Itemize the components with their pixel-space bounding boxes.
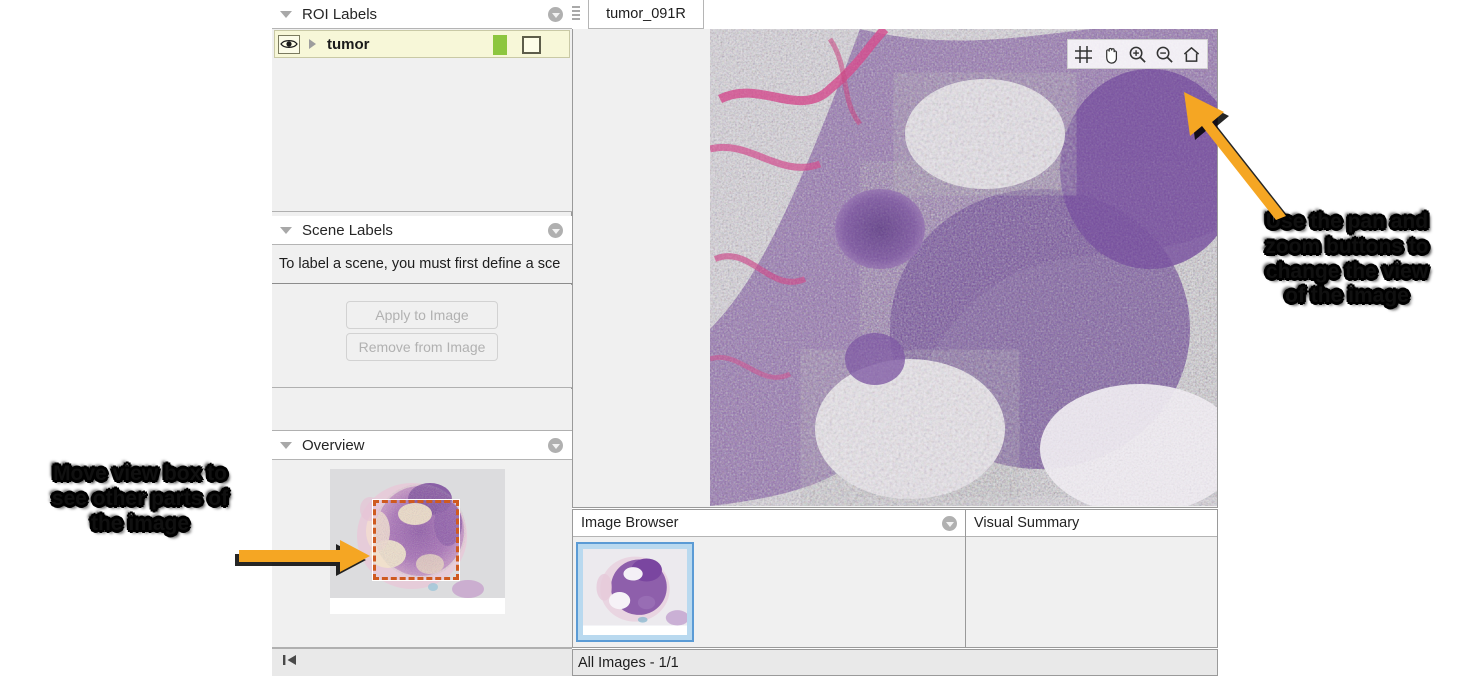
overview-header[interactable]: Overview: [272, 431, 572, 460]
roi-color-swatch[interactable]: [493, 35, 507, 55]
image-viewer[interactable]: [572, 29, 1218, 508]
roi-labels-list: tumor: [272, 29, 572, 212]
callout-line-4: of the image: [1285, 284, 1409, 308]
roi-label-row-tumor[interactable]: tumor: [274, 30, 570, 58]
roi-label-name: tumor: [327, 35, 370, 53]
pan-hand-icon[interactable]: [1100, 44, 1121, 65]
callout-arrow-overview: [235, 540, 370, 576]
tab-tumor-091R[interactable]: tumor_091R: [588, 0, 704, 29]
callout-line-2: see other parts of: [51, 486, 229, 510]
home-icon[interactable]: [1181, 44, 1202, 65]
scene-labels-actions: Apply to Image Remove from Image: [272, 285, 572, 388]
image-browser-title: Image Browser: [581, 515, 679, 531]
callout-arrow-toolbar: [1184, 92, 1291, 220]
grid-crosshair-icon[interactable]: [1073, 44, 1094, 65]
overview-menu-icon[interactable]: [548, 438, 563, 453]
image-browser-menu-icon[interactable]: [942, 516, 957, 531]
callout-line-1: Move view box to: [53, 462, 227, 485]
tab-strip-grip[interactable]: [572, 6, 580, 20]
status-bar: All Images - 1/1: [572, 649, 1218, 676]
roi-labels-header[interactable]: ROI Labels: [272, 0, 572, 29]
tab-strip: tumor_091R: [572, 0, 1472, 29]
roi-labels-title: ROI Labels: [302, 5, 378, 23]
callout-line-3: change the view: [1265, 259, 1429, 283]
left-panel-footer: [272, 648, 572, 676]
callout-overview-text: Move view box to see other parts of the …: [4, 462, 276, 536]
scene-labels-header[interactable]: Scene Labels: [272, 216, 572, 245]
scene-labels-menu-icon[interactable]: [548, 223, 563, 238]
rectangle-roi-icon[interactable]: [522, 36, 541, 54]
scene-labels-message: To label a scene, you must first define …: [272, 245, 572, 284]
chevron-down-icon[interactable]: [280, 226, 292, 234]
roi-labels-section: ROI Labels tumor: [272, 0, 572, 212]
zoom-in-icon[interactable]: [1127, 44, 1148, 65]
skip-to-first-icon[interactable]: [282, 653, 298, 672]
eye-icon[interactable]: [278, 34, 300, 54]
app-root: ROI Labels tumor Scene Labels To label a…: [0, 0, 1472, 676]
chevron-down-icon[interactable]: [280, 441, 292, 449]
image-browser-header[interactable]: Image Browser: [573, 510, 965, 537]
roi-labels-menu-icon[interactable]: [548, 7, 563, 22]
overview-viewbox[interactable]: [372, 499, 460, 581]
scene-labels-section: Scene Labels To label a scene, you must …: [272, 216, 572, 388]
status-text: All Images - 1/1: [578, 654, 679, 671]
left-panel-spacer: [272, 389, 572, 431]
callout-toolbar-text: Use the pan and zoom buttons to change t…: [1222, 210, 1472, 309]
triangle-right-icon[interactable]: [309, 39, 316, 49]
scene-labels-title: Scene Labels: [302, 221, 393, 239]
image-viewer-toolbar: [1067, 39, 1208, 69]
visual-summary-header[interactable]: Visual Summary: [966, 510, 1217, 537]
image-browser-panel: Image Browser: [572, 509, 966, 648]
remove-from-image-button[interactable]: Remove from Image: [346, 333, 498, 361]
zoom-out-icon[interactable]: [1154, 44, 1175, 65]
overview-title: Overview: [302, 436, 365, 454]
callout-line-2: zoom buttons to: [1265, 234, 1429, 258]
visual-summary-title: Visual Summary: [974, 515, 1080, 531]
visual-summary-panel: Visual Summary: [966, 509, 1218, 648]
apply-to-image-button[interactable]: Apply to Image: [346, 301, 498, 329]
chevron-down-icon[interactable]: [280, 10, 292, 18]
image-browser-thumbnail[interactable]: [576, 542, 694, 642]
histology-slide-image[interactable]: [710, 29, 1217, 506]
